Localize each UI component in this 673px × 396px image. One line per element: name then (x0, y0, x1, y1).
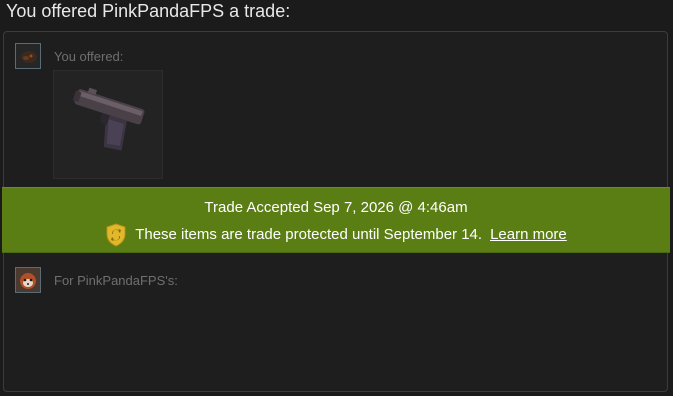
page-title: You offered PinkPandaFPS a trade: (6, 1, 291, 21)
trade-protection-text: These items are trade protected until Se… (135, 226, 483, 243)
red-panda-avatar-icon[interactable] (15, 267, 41, 293)
trade-protection-row: These items are trade protected until Se… (2, 223, 670, 247)
learn-more-link[interactable]: Learn more (490, 226, 567, 244)
trade-accepted-banner: Trade Accepted Sep 7, 2026 @ 4:46am Thes… (2, 187, 670, 253)
offered-item-slot[interactable] (53, 70, 163, 179)
trade-protection-shield-icon (105, 223, 127, 247)
dark-avatar-icon[interactable] (15, 43, 41, 69)
trade-status-text: Trade Accepted Sep 7, 2026 @ 4:46am (204, 199, 468, 216)
pistol-icon (72, 87, 145, 151)
you-offered-label: You offered: (54, 49, 124, 64)
for-them-label: For PinkPandaFPS's: (54, 273, 178, 288)
